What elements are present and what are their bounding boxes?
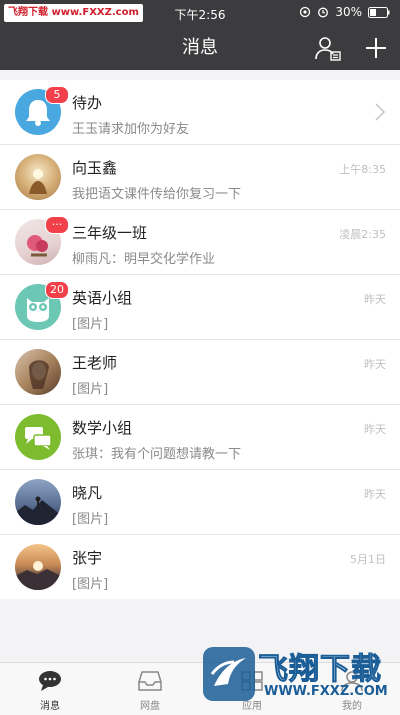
- conversation-preview: [图片]: [72, 512, 109, 527]
- conversation-name: 数学小组: [72, 419, 133, 437]
- conversation-name: 英语小组: [72, 289, 133, 307]
- avatar: [15, 349, 61, 395]
- site-logo-watermark: 飞翔下载 WWW.FXXZ.COM: [200, 640, 392, 710]
- conversation-name: 三年级一班: [72, 224, 148, 242]
- conversation-time: 5月1日: [350, 553, 386, 566]
- conversation-name: 张宇: [72, 549, 103, 567]
- plus-icon[interactable]: [362, 34, 390, 62]
- list-item[interactable]: 20 英语小组 [图片] 昨天: [0, 275, 400, 340]
- battery-icon: [368, 6, 390, 18]
- list-item[interactable]: 王老师 [图片] 昨天: [0, 340, 400, 405]
- avatar: [15, 479, 61, 525]
- battery-percent: 30%: [335, 5, 362, 19]
- chat-icon: [39, 671, 61, 691]
- site-logo-icon: [203, 647, 255, 701]
- conversation-preview: 柳雨凡：明早交化学作业: [72, 252, 216, 267]
- chat-bubbles-icon: [15, 414, 61, 460]
- list-item[interactable]: 数学小组 张琪：我有个问题想请教一下 昨天: [0, 405, 400, 470]
- alarm-icon: [318, 7, 329, 18]
- avatar: [15, 544, 61, 590]
- conversation-time: 昨天: [364, 358, 386, 371]
- inbox-icon: [138, 671, 162, 691]
- list-item[interactable]: ··· 三年级一班 柳雨凡：明早交化学作业 凌晨2:35: [0, 210, 400, 275]
- logo-watermark-url: WWW.FXXZ.COM: [264, 684, 388, 699]
- conversation-time: 昨天: [364, 488, 386, 501]
- unread-badge: 20: [45, 281, 69, 299]
- conversation-time: 昨天: [364, 293, 386, 306]
- conversation-preview: [图片]: [72, 577, 109, 592]
- conversation-preview: 张琪：我有个问题想请教一下: [72, 447, 242, 462]
- conversation-name: 向玉鑫: [72, 159, 118, 177]
- conversation-preview: 王玉请求加你为好友: [72, 122, 190, 137]
- status-bar: 飞翔下载 www.FXXZ.com 下午2:56 30%: [0, 0, 400, 26]
- conversation-time: 上午8:35: [339, 163, 386, 176]
- unread-badge: 5: [45, 86, 69, 104]
- unread-badge: ···: [45, 216, 69, 234]
- conversation-name: 待办: [72, 94, 103, 112]
- list-item[interactable]: 向玉鑫 我把语文课件传给你复习一下 上午8:35: [0, 145, 400, 210]
- list-item[interactable]: 张宇 [图片] 5月1日: [0, 535, 400, 599]
- rotation-lock-icon: [300, 6, 311, 18]
- status-indicators: 30%: [299, 5, 390, 19]
- avatar: [15, 154, 61, 200]
- tab-netdisk[interactable]: 网盘: [120, 663, 180, 715]
- conversation-preview: 我把语文课件传给你复习一下: [72, 187, 242, 202]
- conversation-preview: [图片]: [72, 382, 109, 397]
- tab-label: 网盘: [140, 701, 160, 712]
- conversation-list: 5 待办 王玉请求加你为好友 向玉鑫 我把语文课件传给你复习一下 上午8:35 …: [0, 80, 400, 599]
- contacts-icon[interactable]: [314, 34, 342, 62]
- list-item[interactable]: 晓凡 [图片] 昨天: [0, 470, 400, 535]
- conversation-preview: [图片]: [72, 317, 109, 332]
- tab-messages[interactable]: 消息: [20, 663, 80, 715]
- conversation-time: 昨天: [364, 423, 386, 436]
- conversation-name: 王老师: [72, 354, 118, 372]
- chevron-right-icon: [375, 103, 386, 121]
- header-bar: 消息: [0, 26, 400, 70]
- tab-label: 消息: [40, 701, 60, 712]
- list-item[interactable]: 5 待办 王玉请求加你为好友: [0, 80, 400, 145]
- conversation-time: 凌晨2:35: [339, 228, 386, 241]
- logo-watermark-text: 飞翔下载: [258, 652, 382, 688]
- conversation-name: 晓凡: [72, 484, 103, 502]
